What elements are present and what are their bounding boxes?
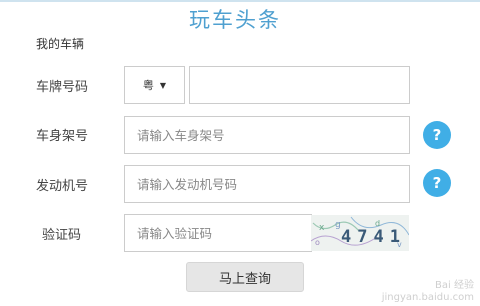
watermark-line1: Bai 经验: [435, 280, 474, 291]
captcha-image[interactable]: x g o d v 4741: [311, 215, 409, 251]
province-value: 粤: [142, 79, 154, 92]
engine-help-icon[interactable]: ?: [423, 169, 451, 197]
svg-text:x: x: [319, 223, 325, 233]
engine-number-input[interactable]: [125, 166, 409, 202]
submit-button[interactable]: 马上查询: [186, 262, 304, 292]
section-title: 我的车辆: [36, 37, 85, 51]
chevron-down-icon: ▼: [159, 80, 167, 90]
plate-label: 车牌号码: [36, 80, 89, 95]
frame-help-icon[interactable]: ?: [423, 121, 451, 149]
plate-number-field: [189, 66, 410, 104]
engine-number-field: [124, 165, 410, 203]
top-border: [0, 0, 480, 2]
captcha-input[interactable]: [125, 215, 311, 251]
engine-label: 发动机号: [36, 179, 89, 194]
captcha-noise: x g o d v 4741: [311, 215, 409, 251]
watermark: Bai 经验 jingyan.baidu.com: [382, 280, 474, 304]
frame-number-field: [124, 116, 410, 154]
frame-label: 车身架号: [36, 129, 89, 144]
captcha-text: 4741: [341, 227, 406, 247]
province-select[interactable]: 粤 ▼: [124, 66, 185, 104]
page-title: 玩车头条: [189, 8, 281, 32]
svg-text:g: g: [335, 220, 341, 230]
svg-text:o: o: [315, 238, 320, 247]
captcha-field: [124, 214, 312, 252]
captcha-label: 验证码: [42, 228, 82, 243]
frame-number-input[interactable]: [125, 117, 409, 153]
watermark-line2: jingyan.baidu.com: [381, 292, 474, 303]
plate-number-input[interactable]: [190, 67, 409, 103]
